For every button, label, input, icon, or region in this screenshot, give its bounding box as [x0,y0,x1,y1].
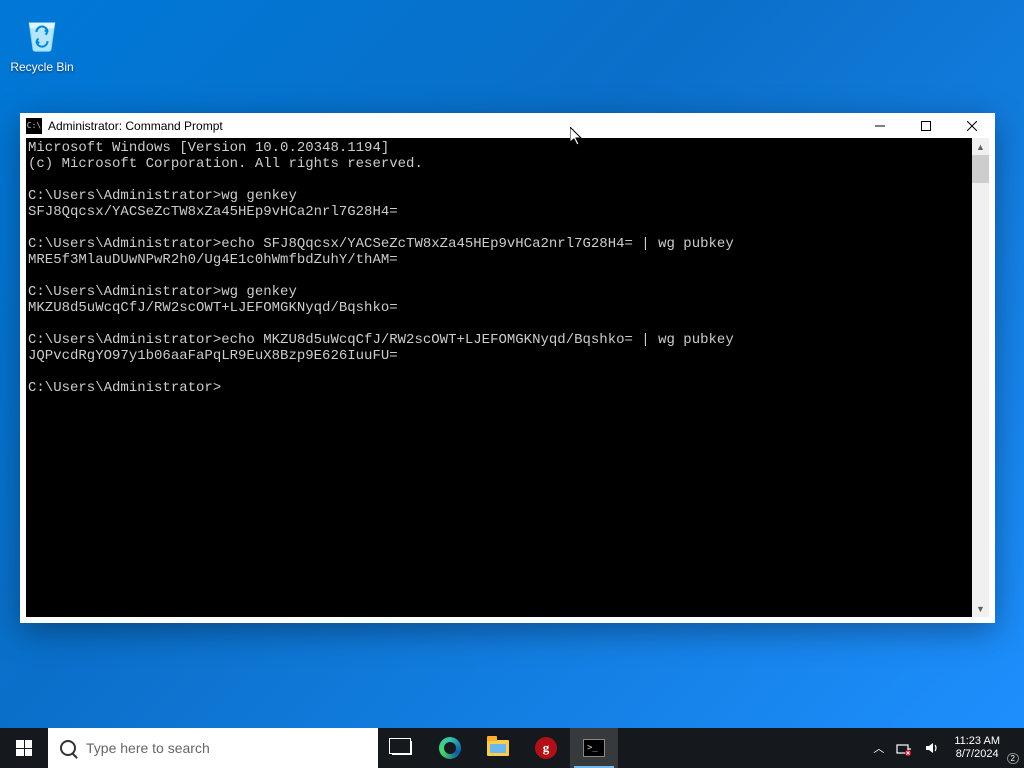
task-view-icon [392,741,412,755]
close-button[interactable] [949,113,995,138]
task-view-button[interactable] [378,728,426,768]
scroll-down-arrow[interactable]: ▼ [972,600,989,617]
notifications-tray-button[interactable]: 2 [1008,728,1020,768]
start-button[interactable] [0,728,48,768]
recycle-bin-image [18,8,66,56]
clock-time: 11:23 AM [954,735,1000,748]
windows-logo-icon [16,740,32,756]
network-tray-icon[interactable] [890,728,918,768]
search-input[interactable]: Type here to search [48,728,378,768]
search-icon [60,740,76,756]
vertical-scrollbar[interactable]: ▲ ▼ [972,138,989,617]
red-app-icon: g [535,737,557,759]
scroll-up-arrow[interactable]: ▲ [972,138,989,155]
file-explorer-button[interactable] [474,728,522,768]
clock-tray[interactable]: 11:23 AM 8/7/2024 [946,728,1008,768]
edge-icon [439,737,461,759]
taskbar-app-red[interactable]: g [522,728,570,768]
cmd-taskbar-icon: >_ [583,739,605,757]
folder-icon [487,740,509,756]
volume-tray-icon[interactable] [918,728,946,768]
recycle-bin-icon[interactable]: Recycle Bin [4,8,80,74]
search-placeholder: Type here to search [86,740,210,756]
edge-browser-button[interactable] [426,728,474,768]
maximize-button[interactable] [903,113,949,138]
command-prompt-taskbar-button[interactable]: >_ [570,728,618,768]
clock-date: 8/7/2024 [956,748,999,761]
minimize-button[interactable] [857,113,903,138]
chevron-up-icon: ︿ [873,740,884,756]
command-prompt-window: C:\ Administrator: Command Prompt Micros… [20,113,995,623]
cmd-app-icon: C:\ [26,118,42,134]
scrollbar-thumb[interactable] [972,155,989,183]
window-title: Administrator: Command Prompt [48,119,857,133]
terminal-output[interactable]: Microsoft Windows [Version 10.0.20348.11… [26,138,972,617]
tray-overflow-button[interactable]: ︿ [867,728,890,768]
recycle-bin-label: Recycle Bin [4,60,80,74]
titlebar[interactable]: C:\ Administrator: Command Prompt [20,113,995,138]
taskbar: Type here to search g >_ ︿ 11:23 AM 8/ [0,728,1024,768]
notification-count: 2 [1007,753,1019,764]
